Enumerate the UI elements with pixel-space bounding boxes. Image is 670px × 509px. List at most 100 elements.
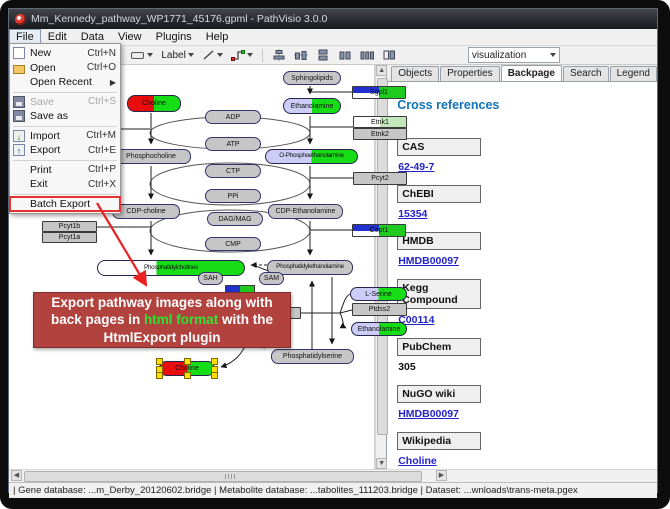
menu-shortcut: Ctrl+M [86,130,116,141]
file-menu-item-open-recent[interactable]: Open Recent▶ [10,75,120,90]
xref-section-wikipedia: WikipediaCholine [397,432,649,467]
pathway-node-pcyt2[interactable]: Pcyt2 [353,172,407,185]
menu-shortcut: Ctrl+N [87,48,116,59]
pathway-node-cept1[interactable]: Cept1 [352,224,406,237]
selection-handle[interactable] [184,358,191,365]
node-label: SAH [203,275,217,282]
pathway-node-ctp[interactable]: CTP [205,164,261,178]
node-label: Phosphatidylethanolamine [276,264,344,270]
menu-item-label: New [30,47,81,59]
file-menu-item-batch-export[interactable]: Batch Export [10,197,120,212]
xref-section-chebi: ChEBI15354 [397,185,649,220]
selection-handle[interactable] [211,372,218,379]
file-menu-item-import[interactable]: Import Ctrl+M [10,129,120,144]
visualization-combobox[interactable]: visualization [468,47,560,63]
pathway-node-cdp-ethanolamine[interactable]: CDP-Ethanolamine [268,204,343,219]
menu-item-label: Open Recent [30,76,104,88]
pathway-node-adp[interactable]: ADP [205,110,261,124]
align-center-y-button[interactable] [292,48,310,62]
add-line-button[interactable] [200,48,225,62]
pathway-node-ethanolamine[interactable]: Ethanolamine [283,98,341,114]
scroll-right-arrow-icon[interactable]: ▶ [436,470,447,481]
pathway-node-ppi[interactable]: PPi [205,189,261,203]
add-datanode-button[interactable] [128,48,155,62]
pathway-node-atp[interactable]: ATP [205,137,261,151]
pathway-node-o-phosphoethanolamine[interactable]: O-Phosphoethanolamine [265,149,358,164]
connector-icon [231,49,245,61]
tab-backpage[interactable]: Backpage [501,65,562,81]
pathway-node-phosphocholine[interactable]: Phosphocholine [111,149,191,164]
pathway-node-sam[interactable]: SAM [259,272,284,285]
pathway-node-etnk1[interactable]: Etnk1 [353,116,407,128]
xref-link[interactable]: HMDB00097 [398,255,459,267]
horizontal-scroll-track[interactable]: ◀ ▶ [11,470,447,481]
tab-legend[interactable]: Legend [610,66,657,81]
pathway-node-cmp[interactable]: CMP [205,237,261,251]
tab-objects[interactable]: Objects [391,66,439,81]
menu-help[interactable]: Help [199,29,236,45]
distribute-horizontal-button[interactable] [358,48,376,62]
menu-item-label: Print [30,164,82,176]
pathway-node-sah[interactable]: SAH [198,272,223,285]
add-label-button[interactable]: Label [159,49,195,62]
stack-vertical-button[interactable] [314,48,332,62]
file-menu-item-new[interactable]: New Ctrl+N [10,46,120,61]
common-size-button[interactable] [380,48,398,62]
align-center-x-button[interactable] [270,48,288,62]
selection-handle[interactable] [156,372,163,379]
file-menu-item-exit[interactable]: ExitCtrl+X [10,177,120,192]
annotation-callout: Export pathway images along with back pa… [33,292,291,348]
backpage-panel: Cross references CAS62-49-7ChEBI15354HMD… [387,81,657,469]
pathway-node-l-serine[interactable]: L-Serine [350,287,407,301]
scroll-down-arrow-icon[interactable]: ▼ [376,458,387,469]
node-label: Phosphatidylcholines [144,265,198,271]
file-menu-item-save-as[interactable]: Save as [10,109,120,124]
pathway-node-dag-mag[interactable]: DAG/MAG [207,212,263,226]
line-icon [202,49,215,61]
xref-link[interactable]: HMDB00097 [398,408,459,420]
selection-handle[interactable] [184,372,191,379]
chevron-down-icon [217,53,223,57]
pathway-node-ethanolamine-2[interactable]: Ethanolamine [351,322,407,336]
menu-plugins[interactable]: Plugins [149,29,199,45]
pathway-node-choline-selected[interactable]: Choline [159,361,215,376]
pathway-node-choline[interactable]: Choline [127,95,181,112]
pathway-node-pcyt1a[interactable]: Pcyt1a [42,232,97,243]
xref-link[interactable]: Choline [398,455,437,467]
pathway-node-etnk2[interactable]: Etnk2 [353,128,407,140]
new-document-icon [13,47,25,59]
selection-handle[interactable] [211,358,218,365]
file-menu-item-export[interactable]: ExportCtrl+E [10,143,120,158]
tab-properties[interactable]: Properties [440,66,500,81]
pathway-node-ptdss2[interactable]: Ptdss2 [352,303,407,316]
xref-link[interactable]: 15354 [398,208,427,220]
node-label: Phosphatidylserine [283,353,342,360]
menu-item-label: Import [30,130,80,142]
node-label: CTP [226,168,240,175]
horizontal-scroll-thumb[interactable] [24,471,422,482]
menu-shortcut: Ctrl+S [88,96,116,107]
stack-horizontal-button[interactable] [336,48,354,62]
node-label: Ethanolamine [358,326,401,333]
add-connector-button[interactable] [229,48,255,62]
pathway-node-pcyt1b[interactable]: Pcyt1b [42,221,97,232]
file-menu-item-print[interactable]: PrintCtrl+P [10,163,120,178]
selection-handle[interactable] [156,358,163,365]
canvas-horizontal-scrollbar[interactable]: ◀ ▶ [9,469,657,482]
node-label: Phosphocholine [126,153,176,160]
common-size-icon [382,49,396,61]
xref-value: 62-49-7 [398,161,649,173]
pathway-node-phosphatidylcholines[interactable]: Phosphatidylcholines [97,260,245,276]
menu-item-label: Batch Export [30,198,116,210]
pathway-node-cdp-choline[interactable]: CDP-choline [112,204,180,219]
pathway-node-sgpl1[interactable]: Sgpl1 [352,86,406,99]
xref-section-hmdb: HMDBHMDB00097 [397,232,649,267]
scroll-left-arrow-icon[interactable]: ◀ [11,470,22,481]
pathway-node-sphingolipids[interactable]: Sphingolipids [283,71,341,85]
pathway-node-phosphatidylserine[interactable]: Phosphatidylserine [271,349,354,364]
save-as-disk-icon [13,110,25,122]
scroll-up-arrow-icon[interactable]: ▲ [376,65,387,76]
tab-search[interactable]: Search [563,66,609,81]
xref-section-cas: CAS62-49-7 [397,138,649,173]
file-menu-item-open[interactable]: OpenCtrl+O [10,61,120,76]
